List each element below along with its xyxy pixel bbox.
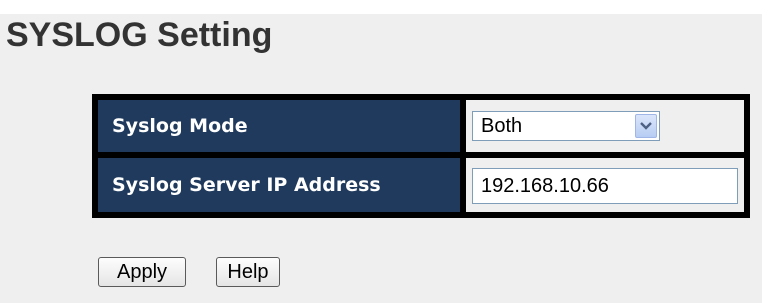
help-button[interactable]: Help [216, 257, 280, 287]
syslog-mode-select[interactable]: Both [472, 111, 660, 141]
syslog-mode-cell: Both [466, 100, 744, 152]
syslog-mode-label: Syslog Mode [98, 100, 460, 152]
apply-button[interactable]: Apply [98, 257, 186, 287]
syslog-settings-table: Syslog Mode Both Syslog Server IP Addres… [92, 94, 750, 218]
syslog-server-ip-cell [466, 158, 744, 212]
syslog-mode-selected-value: Both [481, 115, 523, 137]
syslog-server-ip-input[interactable] [472, 168, 738, 204]
page-title: SYSLOG Setting [6, 16, 273, 54]
chevron-down-icon [640, 122, 652, 130]
dropdown-arrow-button[interactable] [635, 114, 657, 138]
syslog-server-ip-label: Syslog Server IP Address [98, 158, 460, 212]
